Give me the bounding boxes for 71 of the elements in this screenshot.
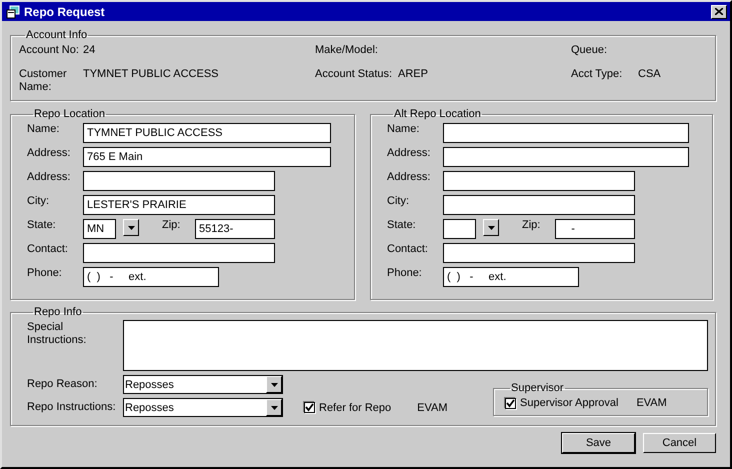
- field-label: Name:: [387, 123, 420, 136]
- caret-icon: [488, 226, 494, 230]
- input-field[interactable]: [443, 123, 689, 143]
- field-label: Address:: [387, 147, 432, 160]
- field-label: Address:: [27, 171, 72, 184]
- field-label: Contact:: [387, 243, 429, 256]
- field-label: Account No:: [19, 44, 80, 57]
- input-field[interactable]: [443, 195, 635, 215]
- field-label: Phone:: [387, 267, 423, 280]
- input-field[interactable]: [83, 243, 275, 263]
- dropdown-field[interactable]: Reposses: [123, 375, 283, 394]
- dropdown-button[interactable]: [483, 219, 499, 236]
- field-label: Account Status:: [315, 68, 394, 82]
- field-label: Name:: [27, 123, 60, 136]
- field-label: Acct Type:: [571, 68, 624, 82]
- text-area[interactable]: [123, 320, 708, 371]
- input-field[interactable]: 765 E Main: [83, 147, 331, 167]
- checkbox[interactable]: [505, 398, 516, 408]
- close-button[interactable]: [711, 4, 727, 18]
- state-field[interactable]: [443, 219, 476, 239]
- field-value: TYMNET PUBLIC ACCESS: [83, 68, 218, 80]
- input-field[interactable]: LESTER'S PRAIRIE: [83, 195, 275, 215]
- group-title: Alt Repo Location: [393, 108, 482, 121]
- field-label: Make/Model:: [315, 44, 379, 57]
- field-label: Address:: [27, 147, 72, 160]
- field-value: CSA: [638, 68, 661, 80]
- input-field[interactable]: ( ) - ext.: [83, 267, 219, 287]
- field-label: State:: [27, 219, 57, 232]
- field-label: Repo Instructions:: [27, 401, 117, 414]
- input-field[interactable]: [443, 243, 635, 263]
- dropdown-button[interactable]: [123, 219, 139, 236]
- close-icon: [715, 8, 723, 15]
- input-field[interactable]: [83, 171, 275, 191]
- field-label: Special Instructions:: [27, 320, 88, 348]
- field-label: Repo Reason:: [27, 378, 98, 391]
- checkbox-label: Refer for Repo: [319, 402, 392, 414]
- field-label: City:: [27, 195, 50, 208]
- caret-icon: [270, 406, 278, 410]
- group-title: Supervisor: [510, 382, 565, 395]
- field-label: Contact:: [27, 243, 69, 256]
- window-icon: [6, 4, 20, 18]
- field-label: Zip:: [522, 219, 542, 232]
- save-button[interactable]: Save: [562, 433, 635, 453]
- state-field[interactable]: MN: [83, 219, 116, 239]
- zip-field[interactable]: 55123-: [195, 219, 275, 239]
- field-label: Queue:: [571, 44, 608, 57]
- cancel-button[interactable]: Cancel: [643, 433, 716, 453]
- input-field[interactable]: TYMNET PUBLIC ACCESS: [83, 123, 331, 143]
- zip-field[interactable]: -: [555, 219, 635, 239]
- group-title: Repo Location: [33, 108, 106, 121]
- input-field[interactable]: [443, 171, 635, 191]
- group-title: Account Info: [25, 29, 88, 42]
- dropdown-field[interactable]: Reposses: [123, 398, 283, 417]
- field-label: Zip:: [162, 219, 182, 232]
- field-label: City:: [387, 195, 410, 208]
- input-field[interactable]: ( ) - ext.: [443, 267, 579, 287]
- caret-icon: [270, 382, 278, 386]
- field-label: State:: [387, 219, 417, 232]
- checkbox[interactable]: [304, 402, 315, 413]
- user-id: EVAM: [417, 402, 448, 414]
- field-label: Address:: [387, 171, 432, 184]
- group-title: Repo Info: [33, 306, 83, 319]
- caret-icon: [128, 226, 134, 230]
- field-value: 24: [83, 44, 96, 56]
- field-value: AREP: [398, 68, 428, 80]
- input-field[interactable]: [443, 147, 689, 167]
- field-label: Phone:: [27, 267, 63, 280]
- field-label: Customer Name:: [19, 68, 68, 94]
- user-id: EVAM: [636, 397, 667, 409]
- checkbox-label: Supervisor Approval: [520, 397, 618, 409]
- window-title: Repo Request: [24, 4, 106, 18]
